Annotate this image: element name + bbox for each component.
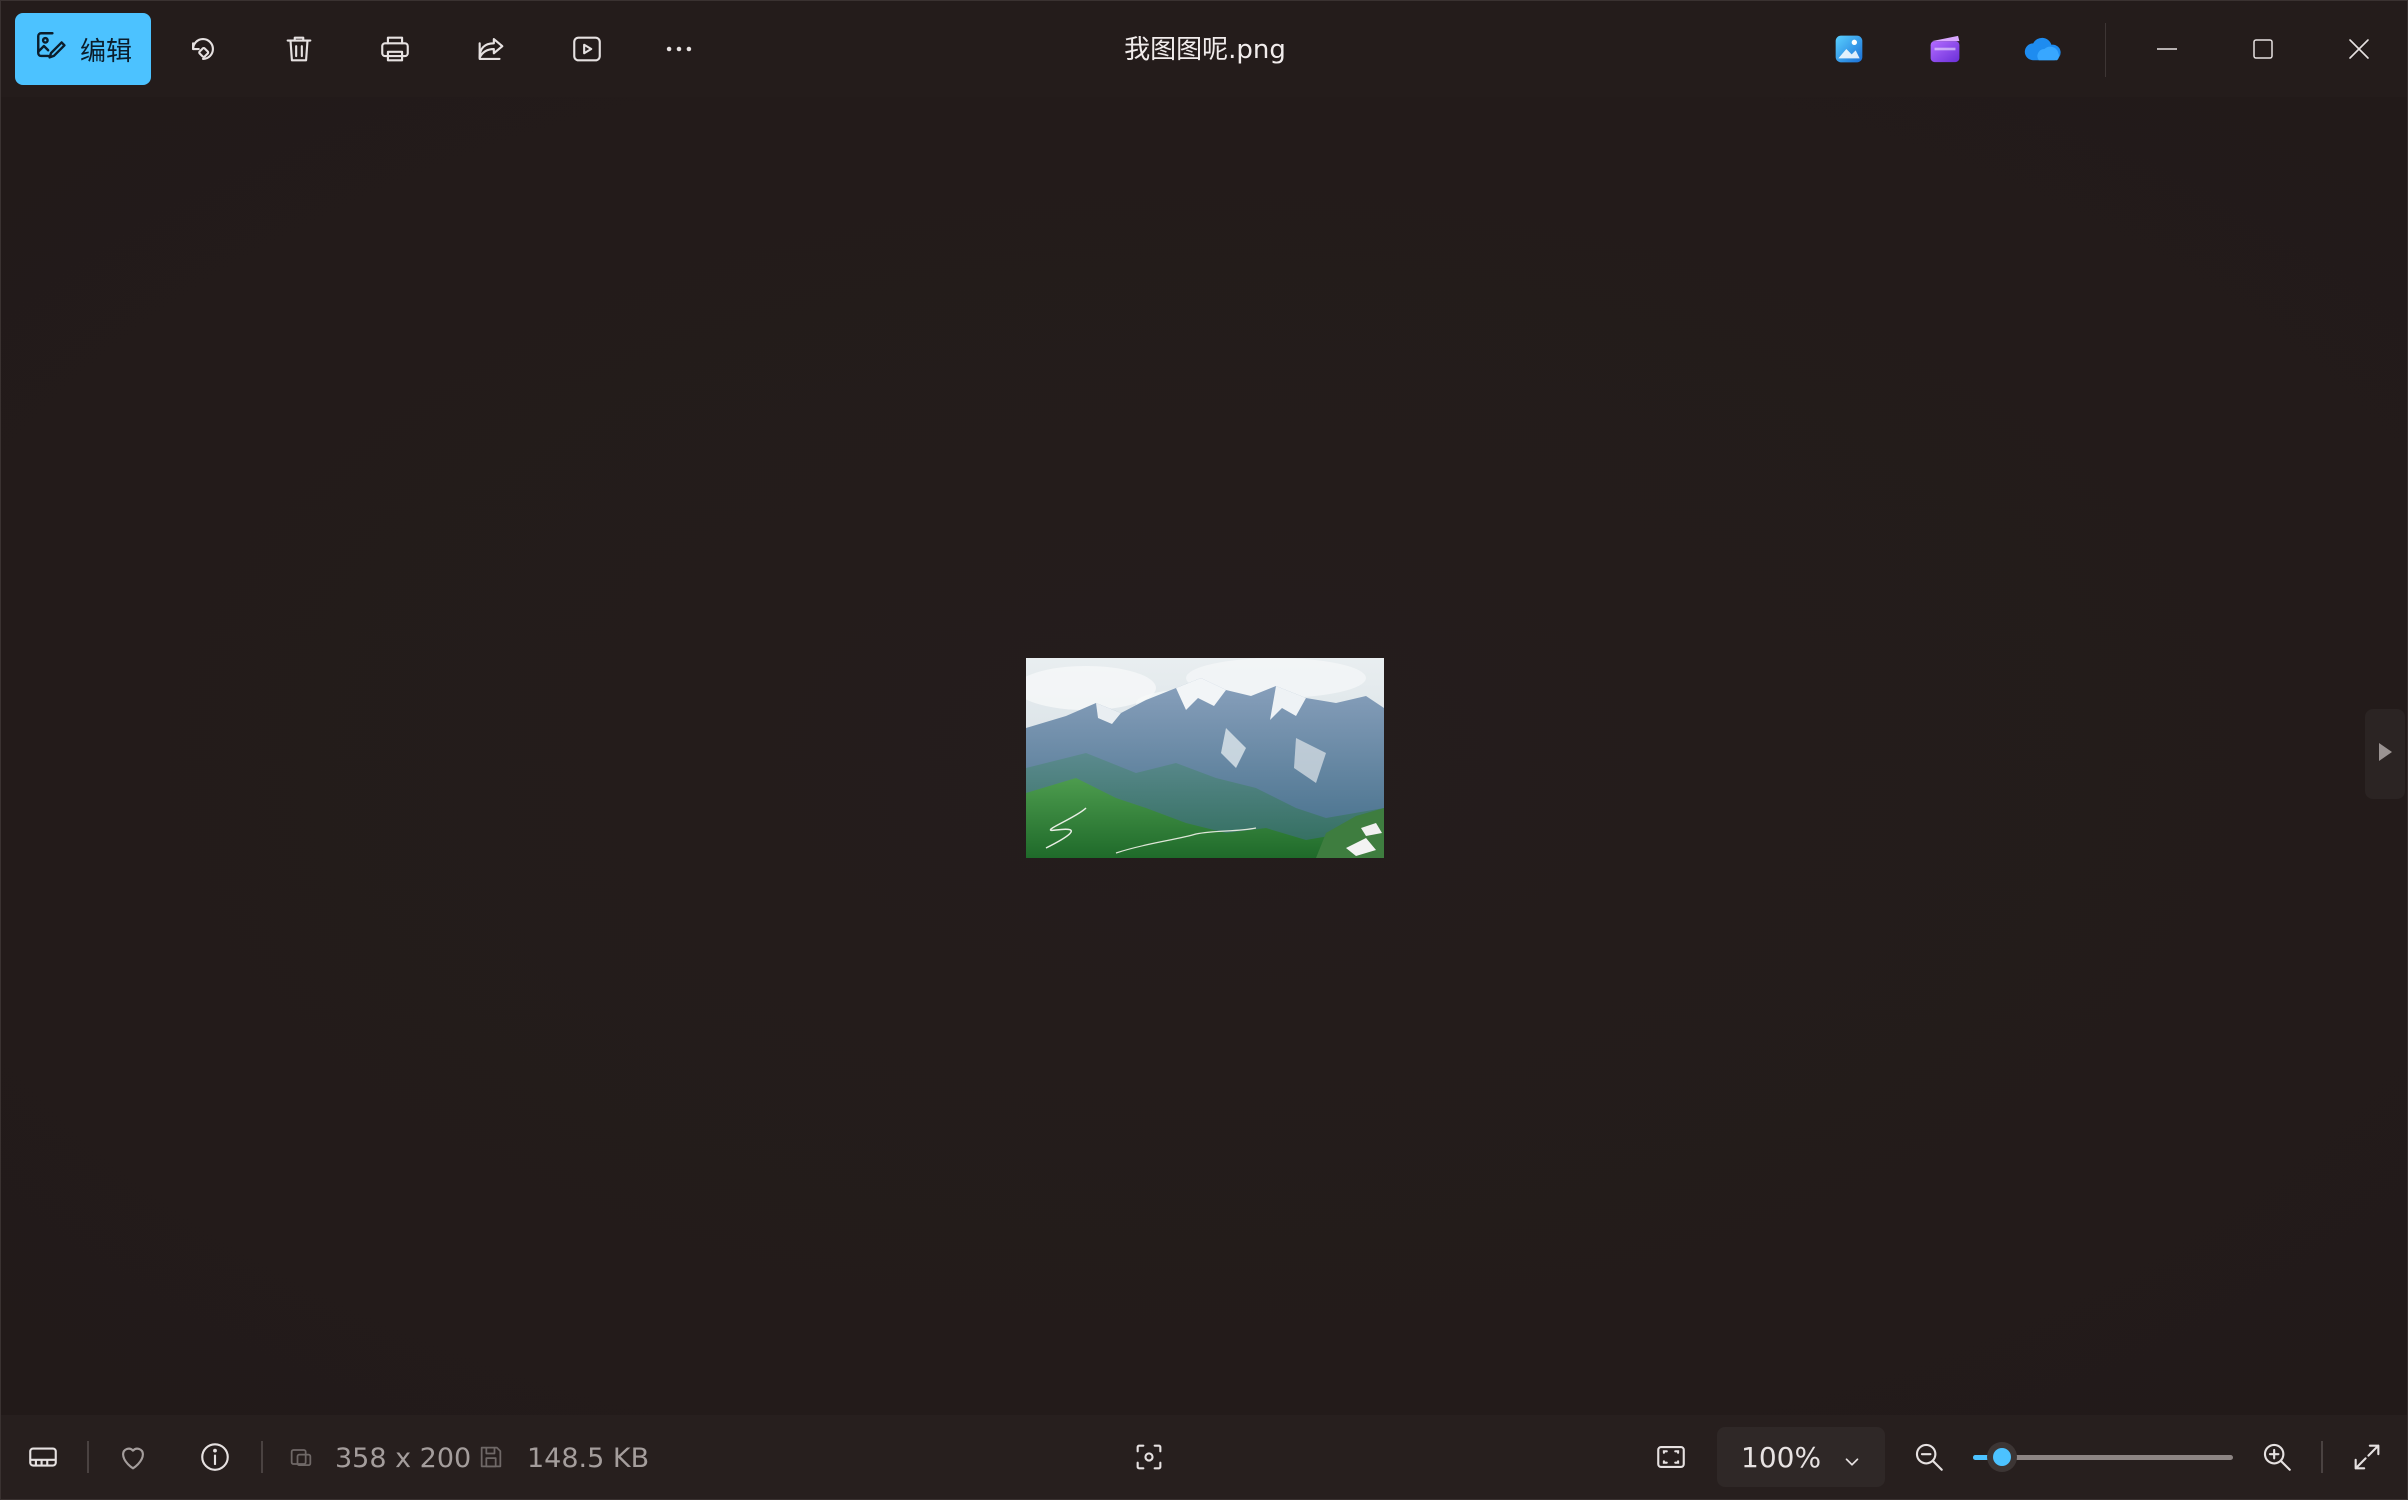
zoom-slider[interactable] (1973, 1441, 2233, 1473)
share-icon (474, 32, 508, 66)
filmstrip-icon (26, 1440, 60, 1474)
chevron-down-icon (1841, 1447, 1863, 1480)
status-bar: 358 x 200 148.5 KB 100% (1, 1415, 2407, 1499)
zoom-slider-thumb[interactable] (1986, 1442, 2017, 1472)
dimensions-icon (281, 1435, 321, 1479)
edit-button-label: 编辑 (79, 36, 132, 67)
maximize-button[interactable] (2215, 19, 2311, 79)
delete-button[interactable] (269, 19, 329, 79)
delete-icon (282, 32, 316, 66)
window-title: 我图图呢.png (1124, 35, 1286, 65)
more-button[interactable] (649, 19, 709, 79)
fit-screen-icon (1654, 1440, 1688, 1474)
zoom-level-value: 100% (1741, 1440, 1822, 1474)
titlebar-divider (2105, 23, 2106, 77)
full-screen-button[interactable] (2345, 1435, 2389, 1479)
next-arrow-icon (2375, 740, 2395, 768)
statusbar-divider (2321, 1441, 2323, 1473)
statusbar-divider (87, 1441, 89, 1473)
onedrive-icon[interactable] (2021, 29, 2065, 69)
print-button[interactable] (365, 19, 425, 79)
close-icon (2347, 37, 2371, 61)
title-bar: 编辑 我图图呢.png (1, 1, 2407, 97)
info-button[interactable] (193, 1435, 237, 1479)
slideshow-button[interactable] (557, 19, 617, 79)
more-icon (662, 32, 696, 66)
zoom-level-dropdown[interactable]: 100% (1717, 1427, 1885, 1487)
heart-icon (116, 1440, 150, 1474)
edit-button[interactable]: 编辑 (15, 13, 151, 85)
photos-app-icon[interactable] (1829, 29, 1869, 69)
rotate-button[interactable] (173, 19, 233, 79)
fit-to-window-button[interactable] (1649, 1435, 1693, 1479)
close-button[interactable] (2311, 19, 2407, 79)
next-image-button[interactable] (2365, 709, 2405, 799)
mountain-photo[interactable] (1026, 658, 1384, 858)
maximize-icon (2251, 37, 2275, 61)
file-size: 148.5 KB (527, 1443, 650, 1474)
file-size-icon (471, 1435, 511, 1479)
info-icon (198, 1440, 232, 1474)
zoom-in-button[interactable] (2255, 1435, 2299, 1479)
zoom-in-icon (2260, 1440, 2294, 1474)
visual-search-button[interactable] (1127, 1435, 1171, 1479)
slideshow-icon (570, 32, 604, 66)
rotate-icon (186, 32, 220, 66)
visual-search-icon (1132, 1440, 1166, 1474)
minimize-button[interactable] (2119, 19, 2215, 79)
zoom-out-icon (1912, 1440, 1946, 1474)
share-button[interactable] (461, 19, 521, 79)
favorite-button[interactable] (111, 1435, 155, 1479)
print-icon (378, 32, 412, 66)
image-dimensions: 358 x 200 (335, 1443, 472, 1474)
expand-icon (2350, 1440, 2384, 1474)
edit-image-icon (34, 29, 68, 70)
statusbar-divider (261, 1441, 263, 1473)
filmstrip-toggle[interactable] (21, 1435, 65, 1479)
clipchamp-icon[interactable] (1925, 29, 1965, 69)
minimize-icon (2155, 37, 2179, 61)
zoom-out-button[interactable] (1907, 1435, 1951, 1479)
image-canvas[interactable] (1, 97, 2407, 1415)
photos-window: 编辑 我图图呢.png 358 x 200 148.5 KB 100% (0, 0, 2408, 1500)
